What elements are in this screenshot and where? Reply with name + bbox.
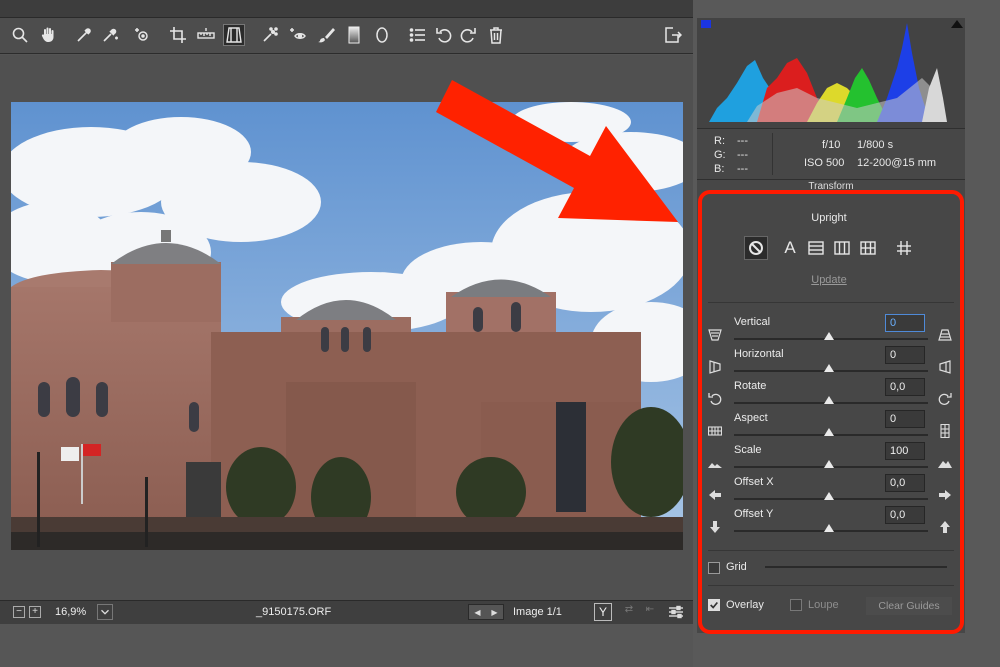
previous-image-button[interactable]: ◀	[474, 608, 480, 617]
graduated-filter-icon[interactable]	[343, 24, 365, 46]
bottom-area	[0, 624, 693, 667]
preferences-icon[interactable]	[407, 24, 429, 46]
zoom-out-button[interactable]: −	[13, 606, 25, 618]
color-sampler-icon[interactable]	[99, 24, 121, 46]
red-highlight-box	[698, 190, 964, 634]
copy-settings-icon[interactable]: ⇤	[641, 604, 659, 620]
iso: ISO 500	[804, 157, 845, 169]
adjustment-brush-icon[interactable]	[315, 24, 337, 46]
info-divider	[772, 133, 773, 175]
g-label: G:	[714, 149, 726, 161]
image-navigator: ◀ ▶	[468, 604, 504, 620]
next-image-button[interactable]: ▶	[491, 608, 497, 617]
open-object-icon[interactable]	[662, 24, 684, 46]
hand-icon[interactable]	[37, 24, 59, 46]
rotate-left-icon[interactable]	[433, 24, 455, 46]
before-after-toggle-button[interactable]: Y	[594, 603, 612, 621]
red-arrow-annotation	[436, 80, 678, 222]
swap-settings-icon[interactable]: ⇄	[620, 604, 638, 620]
zoom-level: 16,9%	[55, 606, 87, 618]
crop-icon[interactable]	[167, 24, 189, 46]
status-bar: − + 16,9% _9150175.ORF ◀ ▶ Image 1/1 Y ⇄…	[0, 600, 693, 624]
zoom-dropdown[interactable]	[97, 604, 113, 620]
aperture: f/10	[822, 139, 841, 151]
image-counter: Image 1/1	[513, 606, 562, 618]
rotate-right-icon[interactable]	[457, 24, 479, 46]
zoom-icon[interactable]	[9, 24, 31, 46]
r-label: R:	[714, 135, 725, 147]
radial-filter-icon[interactable]	[371, 24, 393, 46]
lens: 12-200@15 mm	[857, 157, 937, 169]
chevron-down-icon	[101, 609, 109, 615]
r-value: ---	[737, 135, 748, 147]
spot-removal-icon[interactable]	[259, 24, 281, 46]
info-box: R: --- G: --- B: --- f/10 1/800 s ISO 50…	[697, 128, 965, 180]
toolbar	[0, 18, 693, 54]
transform-icon[interactable]	[223, 24, 245, 46]
targeted-adjustment-icon[interactable]	[131, 24, 153, 46]
trash-icon[interactable]	[485, 24, 507, 46]
g-value: ---	[737, 149, 748, 161]
red-eye-icon[interactable]	[287, 24, 309, 46]
histogram	[697, 18, 965, 128]
white-balance-icon[interactable]	[73, 24, 95, 46]
straighten-icon[interactable]	[195, 24, 217, 46]
b-value: ---	[737, 163, 748, 175]
settings-sliders-icon[interactable]	[667, 604, 685, 620]
b-label: B:	[714, 163, 725, 175]
zoom-in-button[interactable]: +	[29, 606, 41, 618]
shutter-speed: 1/800 s	[857, 139, 894, 151]
filename: _9150175.ORF	[256, 606, 332, 618]
